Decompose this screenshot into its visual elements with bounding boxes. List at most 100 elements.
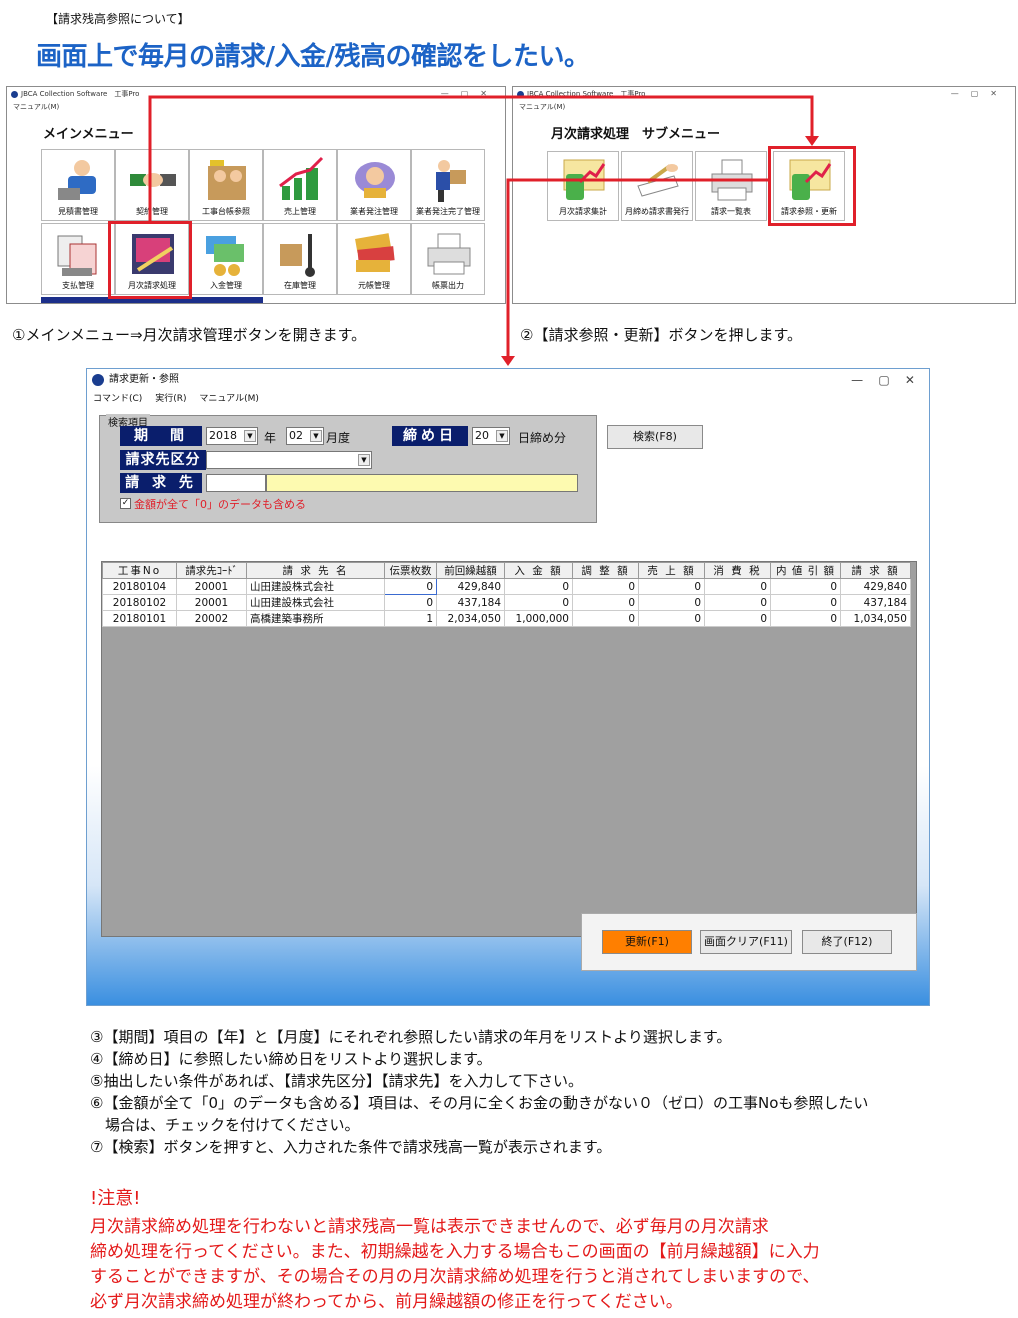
cell: 0	[572, 594, 639, 611]
arrowhead-sub	[805, 136, 819, 146]
instruction-line: ④【締め日】に参照したい締め日をリストより選択します。	[90, 1050, 492, 1068]
caution-line: 締め処理を行ってください。また、初期繰越を入力する場合もこの画面の【前月繰越額】…	[90, 1242, 820, 1262]
cell: 0	[504, 578, 573, 595]
update-button[interactable]: 更新(F1)	[602, 930, 692, 954]
col-header: 入 金 額	[504, 562, 573, 579]
cell: 山田建設株式会社	[246, 594, 385, 611]
table-row[interactable]: 20180101 20002 高橋建築事務所 1 2,034,050 1,000…	[102, 610, 911, 627]
cell: 437,184	[436, 594, 505, 611]
cell: 0	[704, 610, 771, 627]
period-label: 期 間	[120, 426, 202, 446]
year-select[interactable]: 2018 ▼	[206, 427, 258, 445]
cell: 20180101	[102, 610, 177, 627]
billing-table: 工事No 請求先ｺｰﾄﾞ 請 求 先 名 伝票枚数 前回繰越額 入 金 額 調 …	[101, 561, 917, 937]
caution-line: 必ず月次請求締め処理が終わってから、前月繰越額の修正を行ってください。	[90, 1292, 683, 1312]
col-header: 消 費 税	[704, 562, 771, 579]
chevron-down-icon: ▼	[358, 454, 370, 466]
closing-day-suffix: 日締め分	[518, 431, 567, 445]
cell: 429,840	[840, 578, 911, 595]
menu-execute[interactable]: 実行(R)	[155, 394, 186, 404]
include-zero-checkbox[interactable]: ✓	[120, 498, 131, 509]
customer-label: 請 求 先	[120, 473, 202, 493]
chevron-down-icon: ▼	[244, 430, 256, 442]
app-icon	[92, 374, 104, 386]
table-row[interactable]: 20180104 20001 山田建設株式会社 0 429,840 0 0 0 …	[102, 578, 911, 595]
flow-arrows	[148, 95, 819, 366]
col-header: 調 整 額	[572, 562, 639, 579]
cell: 20180102	[102, 594, 177, 611]
window-controls[interactable]: — ▢ ✕	[851, 369, 915, 391]
cell-slip-count-editable[interactable]: 0	[384, 578, 437, 595]
action-button-panel: 更新(F1) 画面クリア(F11) 終了(F12)	[581, 913, 917, 971]
col-header: 請 求 額	[840, 562, 911, 579]
include-zero-label: 金額が全て「0」のデータも含める	[134, 498, 306, 511]
table-row[interactable]: 20180102 20001 山田建設株式会社 0 437,184 0 0 0 …	[102, 594, 911, 611]
cell: 20001	[176, 578, 247, 595]
search-criteria-group: 検索項目 期 間 2018 ▼ 年 02 ▼ 月度 締め日 20 ▼ 日締め分 …	[99, 414, 597, 523]
col-header: 工事No	[102, 562, 177, 579]
cell: 429,840	[436, 578, 505, 595]
col-header: 売 上 額	[638, 562, 705, 579]
step-1-caption: ①メインメニュー⇒月次請求管理ボタンを開きます。	[12, 326, 367, 344]
caution-title: !注意!	[90, 1188, 141, 1209]
exit-button[interactable]: 終了(F12)	[802, 930, 892, 954]
search-button[interactable]: 検索(F8)	[607, 425, 703, 449]
year-suffix: 年	[264, 431, 277, 445]
clear-screen-button[interactable]: 画面クリア(F11)	[700, 930, 792, 954]
billing-window-menubar: コマンド(C) 実行(R) マニュアル(M)	[87, 391, 929, 407]
cell: 0	[572, 610, 639, 627]
cell: 2,034,050	[436, 610, 505, 627]
instruction-line: ⑤抽出したい条件があれば、【請求先区分】【請求先】を入力して下さい。	[90, 1072, 584, 1090]
instruction-line: ⑥【金額が全て「0」のデータも含める】項目は、その月に全くお金の動きがない０（ゼ…	[90, 1094, 869, 1112]
cell: 高橋建築事務所	[246, 610, 385, 627]
cell: 0	[638, 578, 705, 595]
arrow-main-to-sub	[148, 95, 814, 221]
cell: 0	[704, 594, 771, 611]
cell: 山田建設株式会社	[246, 578, 385, 595]
cell: 20001	[176, 594, 247, 611]
billing-table-grid: 工事No 請求先ｺｰﾄﾞ 請 求 先 名 伝票枚数 前回繰越額 入 金 額 調 …	[102, 562, 911, 627]
cell: 0	[638, 610, 705, 627]
cell: 0	[572, 578, 639, 595]
col-header: 前回繰越額	[436, 562, 505, 579]
closing-day-value: 20	[475, 429, 489, 442]
month-select[interactable]: 02 ▼	[286, 427, 324, 445]
closing-day-label: 締め日	[392, 426, 468, 446]
cell: 1	[384, 610, 437, 627]
col-header: 内 値 引 額	[770, 562, 841, 579]
billing-reference-window: 請求更新・参照 — ▢ ✕ コマンド(C) 実行(R) マニュアル(M) 検索項…	[86, 368, 930, 1006]
cell: 20002	[176, 610, 247, 627]
cell: 0	[770, 578, 841, 595]
menu-manual[interactable]: マニュアル(M)	[199, 394, 259, 404]
caution-line: することができますが、その場合その月の月次請求締め処理を行うと消されてしまいます…	[90, 1267, 820, 1287]
table-header-row: 工事No 請求先ｺｰﾄﾞ 請 求 先 名 伝票枚数 前回繰越額 入 金 額 調 …	[102, 562, 911, 579]
chevron-down-icon: ▼	[310, 430, 322, 442]
cell: 437,184	[840, 594, 911, 611]
chevron-down-icon: ▼	[496, 430, 508, 442]
col-header: 請求先ｺｰﾄﾞ	[176, 562, 247, 579]
month-value: 02	[289, 429, 303, 442]
cell: 20180104	[102, 578, 177, 595]
customer-code-input[interactable]	[206, 474, 266, 492]
customer-class-select[interactable]: ▼	[206, 451, 372, 469]
customer-class-label: 請求先区分	[120, 450, 206, 470]
billing-window-body: 検索項目 期 間 2018 ▼ 年 02 ▼ 月度 締め日 20 ▼ 日締め分 …	[87, 407, 929, 1005]
menu-command[interactable]: コマンド(C)	[93, 394, 142, 404]
billing-window-titlebar: 請求更新・参照 — ▢ ✕	[87, 369, 929, 391]
col-header: 請 求 先 名	[246, 562, 385, 579]
step-2-caption: ②【請求参照・更新】ボタンを押します。	[520, 326, 802, 344]
cell: 0	[384, 594, 437, 611]
year-value: 2018	[209, 429, 237, 442]
cell: 1,000,000	[504, 610, 573, 627]
col-header: 伝票枚数	[384, 562, 437, 579]
closing-day-select[interactable]: 20 ▼	[472, 427, 510, 445]
cell: 0	[504, 594, 573, 611]
cell: 0	[704, 578, 771, 595]
instruction-line: 場合は、チェックを付けてください。	[90, 1116, 360, 1134]
cell: 0	[638, 594, 705, 611]
customer-name-input[interactable]	[266, 474, 578, 492]
arrowhead-window	[501, 356, 515, 366]
instruction-line: ⑦【検索】ボタンを押すと、入力された条件で請求残高一覧が表示されます。	[90, 1138, 612, 1156]
cell: 1,034,050	[840, 610, 911, 627]
instruction-line: ③【期間】項目の【年】と【月度】にそれぞれ参照したい請求の年月をリストより選択し…	[90, 1028, 732, 1046]
